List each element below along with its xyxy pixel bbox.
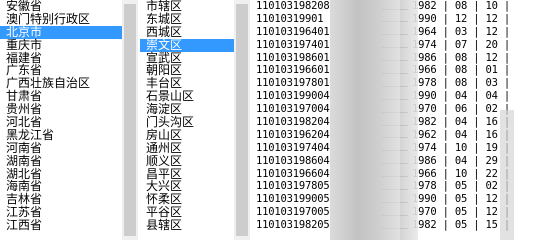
record-date: 1970 | 05 | 12 |	[412, 206, 510, 219]
province-item[interactable]: 湖南省	[0, 154, 122, 168]
district-item[interactable]: 西城区	[140, 25, 234, 39]
record-date: 1966 | 08 | 01 |	[412, 64, 510, 77]
province-item[interactable]: 河南省	[0, 141, 122, 155]
district-item[interactable]: 通州区	[140, 141, 234, 155]
redacted-name-area	[330, 0, 400, 240]
district-listbox[interactable]: 市辖区 东城区 西城区 崇文区 宣武区 朝阳区 丰台区 石景山区 海淀区 门头沟区 房山区 通州区 顺义…	[140, 0, 234, 240]
district-item[interactable]: 东城区	[140, 12, 234, 26]
district-item[interactable]: 房山区	[140, 128, 234, 142]
district-item[interactable]: 崇文区	[140, 38, 234, 52]
district-item[interactable]: 市辖区	[140, 0, 234, 13]
redacted-separator	[400, 0, 418, 240]
province-item[interactable]: 黑龙江省	[0, 128, 122, 142]
record-date: 1986 | 08 | 12 |	[412, 51, 510, 64]
redacted-right-area	[500, 110, 514, 240]
district-item[interactable]: 门头沟区	[140, 116, 234, 129]
province-item[interactable]: 澳门特别行政区	[0, 12, 122, 26]
record-date: 1962 | 04 | 16 |	[412, 128, 510, 141]
province-scrollbar-thumb[interactable]	[124, 4, 136, 236]
district-scrollbar[interactable]	[234, 0, 250, 240]
province-item[interactable]: 河北省	[0, 116, 122, 129]
record-date: 1990 | 12 | 12 |	[412, 12, 510, 25]
record-date: 1964 | 03 | 12 |	[412, 25, 510, 38]
record-date: 1970 | 06 | 02 |	[412, 103, 510, 116]
province-scrollbar[interactable]	[122, 0, 138, 240]
district-item[interactable]: 顺义区	[140, 154, 234, 168]
record-date: 1978 | 08 | 03 |	[412, 77, 510, 90]
record-date: 1982 | 05 | 15 |	[412, 219, 510, 232]
record-date: 1974 | 10 | 19 |	[412, 141, 510, 154]
province-item[interactable]: 北京市	[0, 25, 122, 39]
record-date: 1990 | 04 | 04 |	[412, 90, 510, 103]
province-listbox[interactable]: 安徽省 澳门特别行政区 北京市 重庆市 福建省 广东省 广西壮族自治区 甘肃省 贵州省 河北省 黑龙…	[0, 0, 122, 240]
district-scrollbar-thumb[interactable]	[236, 4, 248, 236]
record-date: 1974 | 07 | 20 |	[412, 38, 510, 51]
record-date: 1986 | 04 | 29 |	[412, 154, 510, 167]
district-item[interactable]: 县辖区	[140, 219, 234, 232]
record-date: 1982 | 08 | 10 |	[412, 0, 510, 12]
province-item[interactable]: 江西省	[0, 219, 122, 232]
record-date: 1990 | 05 | 12 |	[412, 193, 510, 206]
record-date: 1978 | 05 | 02 |	[412, 180, 510, 193]
record-date: 1982 | 04 | 16 |	[412, 116, 510, 129]
record-date: 1966 | 10 | 22 |	[412, 167, 510, 180]
province-item[interactable]: 安徽省	[0, 0, 122, 13]
province-item[interactable]: 重庆市	[0, 38, 122, 52]
